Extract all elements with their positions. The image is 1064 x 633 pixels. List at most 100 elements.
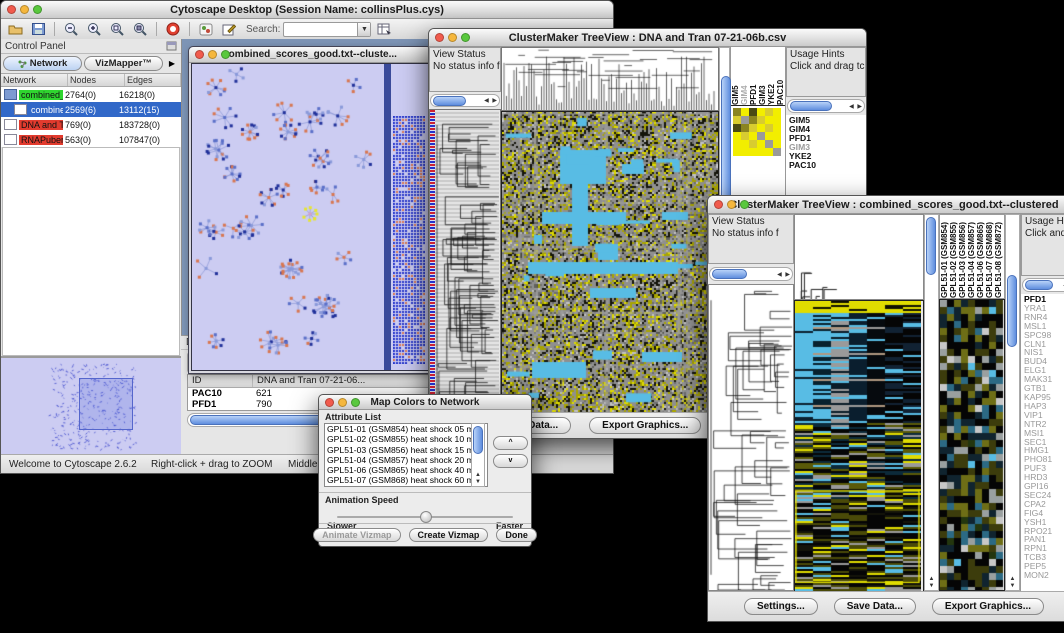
gene-label[interactable]: MON2	[1024, 571, 1064, 580]
network-view-titlebar[interactable]: combined_scores_good.txt--cluste...	[189, 47, 431, 63]
col-header-network[interactable]: Network	[1, 74, 68, 86]
zoom-button[interactable]	[740, 200, 749, 209]
column-label[interactable]: GPL51-01 (GSM854)	[940, 215, 949, 298]
export-graphics-button[interactable]: Export Graphics...	[589, 417, 701, 434]
column-label[interactable]: GPL51-04 (GSM857)	[967, 215, 976, 298]
attribute-list-item[interactable]: GPL51-02 (GSM855) heat shock 10 min	[327, 434, 487, 444]
zoom-in-button[interactable]	[84, 21, 104, 38]
correlation-matrix[interactable]	[733, 108, 785, 156]
main-titlebar[interactable]: Cytoscape Desktop (Session Name: collins…	[1, 1, 613, 19]
column-label[interactable]: PAC10	[776, 47, 785, 105]
attribute-list-item[interactable]: GPL51-03 (GSM856) heat shock 15 min	[327, 445, 487, 455]
animation-speed-slider[interactable]	[337, 511, 513, 521]
treeview1-row-dendrogram[interactable]	[435, 110, 499, 411]
dense-cluster-canvas[interactable]	[393, 116, 425, 364]
treeview2-hscrollbar[interactable]: ◀ ▶	[709, 267, 793, 281]
help-lifebuoy-button[interactable]	[163, 21, 183, 38]
save-session-button[interactable]	[28, 21, 48, 38]
network-list-row[interactable]: combined_scores 2764(0) 16218(0)	[1, 87, 181, 102]
zoom-button[interactable]	[221, 50, 230, 59]
treeview1-hscrollbar[interactable]: ◀ ▶	[430, 94, 500, 107]
treeview1-titlebar[interactable]: ClusterMaker TreeView : DNA and Tran 07-…	[429, 29, 866, 47]
zoom-button[interactable]	[33, 5, 42, 14]
zoom-fit-button[interactable]	[107, 21, 127, 38]
map-dialog-titlebar[interactable]: Map Colors to Network	[319, 395, 531, 410]
network-list-row[interactable]: combined_sco 2569(6) 13112(15)	[1, 102, 181, 117]
network-list-row[interactable]: DNA and Tran 07 769(0) 183728(0)	[1, 117, 181, 132]
close-button[interactable]	[435, 33, 444, 42]
column-label[interactable]: GIM3	[758, 47, 767, 105]
attribute-list-item[interactable]: GPL51-06 (GSM865) heat shock 40 min	[327, 465, 487, 475]
viewport-indicator[interactable]	[79, 378, 133, 430]
zoom-button[interactable]	[351, 398, 360, 407]
export-graphics-button[interactable]: Export Graphics...	[932, 598, 1044, 615]
column-label[interactable]: GPL51-03 (GSM856)	[958, 215, 967, 298]
create-vizmap-button[interactable]: Create Vizmap	[409, 528, 489, 542]
col-header-edges[interactable]: Edges	[125, 74, 181, 86]
treeview1-hints-scrollbar[interactable]: ◀ ▶	[787, 99, 865, 113]
treeview2-row-dendrogram[interactable]	[708, 284, 794, 591]
tab-vizmapper[interactable]: VizMapper™	[84, 56, 163, 71]
float-panel-icon[interactable]	[166, 41, 177, 51]
column-label[interactable]: GIM5	[731, 47, 740, 105]
attribute-list-item[interactable]: GPL51-04 (GSM857) heat shock 20 min	[327, 455, 487, 465]
treeview2-column-tree-area[interactable]	[794, 214, 924, 300]
column-label[interactable]: GPL51-06 (GSM865)	[976, 215, 985, 298]
close-button[interactable]	[714, 200, 723, 209]
open-session-button[interactable]	[5, 21, 25, 38]
minimize-button[interactable]	[338, 398, 347, 407]
column-label[interactable]: GPL51-02 (GSM855)	[949, 215, 958, 298]
attribute-list-item[interactable]: GPL51-01 (GSM854) heat shock 05 min	[327, 424, 487, 434]
animate-vizmap-button[interactable]: Animate Vizmap	[313, 528, 400, 542]
slider-knob[interactable]	[420, 511, 432, 523]
done-button[interactable]: Done	[496, 528, 537, 542]
attribute-list[interactable]: GPL51-01 (GSM854) heat shock 05 minGPL51…	[324, 423, 488, 487]
treeview1-heatmap[interactable]	[502, 112, 718, 413]
network-list-row[interactable]: RNAPuberNov2+I 563(0) 107847(0)	[1, 132, 181, 147]
save-data-button[interactable]: Save Data...	[834, 598, 916, 615]
attribute-list-scrollbar[interactable]: ▲▼	[471, 423, 485, 487]
tab-overflow-arrow[interactable]: ▶	[165, 59, 179, 68]
gene-label[interactable]: PAC10	[789, 161, 866, 170]
attribute-list-item[interactable]: GPL51-07 (GSM868) heat shock 60 min	[327, 475, 487, 485]
column-label[interactable]: GPL51-08 (GSM872)	[994, 215, 1003, 298]
column-label[interactable]: YKE2	[767, 47, 776, 105]
zoom-button[interactable]	[461, 33, 470, 42]
tab-network[interactable]: Network	[3, 56, 82, 71]
network-canvas-right[interactable]	[391, 64, 427, 370]
col-header-nodes[interactable]: Nodes	[68, 74, 125, 86]
attr-col-id[interactable]: ID	[188, 375, 253, 387]
search-dropdown-arrow[interactable]: ▼	[357, 23, 370, 36]
birds-eye-view[interactable]	[1, 356, 181, 455]
network-canvas-divider[interactable]	[384, 64, 391, 370]
treeview1-column-dendrogram[interactable]	[501, 47, 719, 111]
treeview2-titlebar[interactable]: ClusterMaker TreeView : combined_scores_…	[708, 196, 1064, 214]
close-button[interactable]	[325, 398, 334, 407]
minimize-button[interactable]	[727, 200, 736, 209]
settings-button[interactable]: Settings...	[744, 598, 818, 615]
annotation-tool-button[interactable]	[219, 21, 239, 38]
search-input[interactable]: ▼	[283, 22, 371, 37]
move-down-button[interactable]: v	[493, 454, 528, 468]
network-canvas[interactable]	[192, 64, 384, 370]
minimize-button[interactable]	[448, 33, 457, 42]
close-button[interactable]	[195, 50, 204, 59]
zoom-selected-button[interactable]	[130, 21, 150, 38]
column-label[interactable]: PFD1	[749, 47, 758, 105]
treeview2-zoom-heatmap[interactable]	[940, 300, 1004, 590]
column-label[interactable]: GIM4	[740, 47, 749, 105]
window-controls[interactable]	[7, 5, 42, 14]
treeview2-heatmap-scrollbar[interactable]: ▲▼	[924, 214, 939, 591]
treeview2-gene-list[interactable]: PFD1YRA1RNR4MSL1SPC98CLN1NIS1BUD4ELG1MAK…	[1021, 294, 1064, 591]
minimize-button[interactable]	[208, 50, 217, 59]
attribute-browser-button[interactable]	[374, 21, 394, 38]
treeview2-zoom-scrollbar[interactable]: ▲▼	[1005, 214, 1020, 591]
column-label[interactable]: GPL51-07 (GSM868)	[985, 215, 994, 298]
treeview2-hints-scrollbar[interactable]: ◀ ▶	[1022, 278, 1064, 292]
move-up-button[interactable]: ^	[493, 436, 528, 450]
treeview2-heatmap[interactable]	[795, 301, 921, 591]
close-button[interactable]	[7, 5, 16, 14]
minimize-button[interactable]	[20, 5, 29, 14]
zoom-out-button[interactable]	[61, 21, 81, 38]
vizmapper-tool-button[interactable]	[196, 21, 216, 38]
